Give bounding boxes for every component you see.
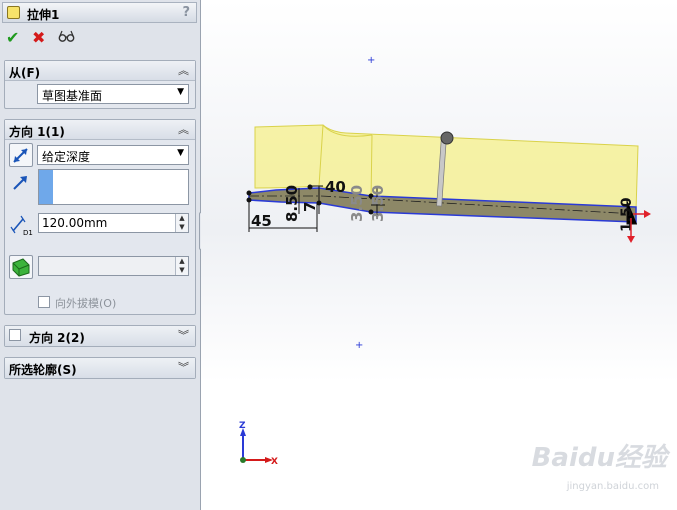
draft-angle-input[interactable]: ▲ ▼ (38, 256, 189, 276)
feature-title: 拉伸1 (27, 8, 60, 22)
selected-contours-title: 所选轮廓(S) (9, 363, 77, 377)
selected-contours-group: 所选轮廓(S) ︾ (4, 357, 196, 379)
origin-marker: + (355, 340, 363, 351)
glasses-icon (58, 30, 75, 42)
draft-angle-spinner[interactable]: ▲ ▼ (175, 257, 188, 275)
direction-vector-icon (13, 176, 27, 190)
depth-spinner[interactable]: ▲ ▼ (175, 214, 188, 232)
from-select-value: 草图基准面 (42, 89, 103, 103)
origin-marker: + (367, 55, 375, 66)
direction-reference-list[interactable] (38, 169, 189, 205)
end-condition-select[interactable]: 给定深度 ▼ (37, 145, 189, 165)
depth-icon-label: D1 (23, 229, 33, 237)
extrude-feature-icon (7, 6, 20, 19)
selected-contours-header[interactable]: 所选轮廓(S) ︾ (5, 358, 195, 378)
from-group: 从(F) ︽ 草图基准面 ▼ (4, 60, 196, 109)
triad-z-label: Z (239, 421, 246, 431)
depth-dimension-icon: D1 (10, 215, 33, 237)
model-view[interactable]: + + 40 8.50 7 45 3.50 3.50 1.50 Z X (201, 0, 677, 510)
end-condition-value: 给定深度 (42, 150, 91, 164)
direction2-group-header[interactable]: 方向 2(2) ︾ (5, 326, 195, 346)
dropdown-arrow-icon: ▼ (177, 87, 184, 97)
direction2-group: 方向 2(2) ︾ (4, 325, 196, 347)
dimension-end[interactable]: 1.50 (619, 197, 635, 232)
direction1-group-header[interactable]: 方向 1(1) ︽ (5, 120, 195, 140)
chevron-up-icon[interactable]: ︽ (178, 121, 189, 137)
draft-toggle-button[interactable] (9, 255, 33, 279)
dropdown-arrow-icon: ▼ (177, 148, 184, 158)
dimension-7[interactable]: 7 (301, 202, 319, 212)
reverse-direction-icon (13, 148, 28, 163)
feature-title-bar: 拉伸1 ? (2, 2, 197, 23)
chevron-up-icon[interactable]: ︽ (178, 62, 189, 78)
chevron-down-icon[interactable]: ︾ (178, 327, 189, 343)
dimension-40[interactable]: 40 (325, 178, 346, 196)
watermark-logo: Baidu经验 (531, 443, 667, 473)
dimension-3-50-b[interactable]: 3.50 (369, 185, 387, 222)
from-group-header[interactable]: 从(F) ︽ (5, 61, 195, 81)
help-icon[interactable]: ? (182, 5, 190, 20)
draft-outward-checkbox[interactable] (38, 296, 50, 308)
dimension-3-50[interactable]: 3.50 (348, 185, 366, 222)
watermark-url: jingyan.baidu.com (566, 481, 659, 492)
viewport-background (201, 0, 677, 510)
ok-button[interactable]: ✔ (6, 28, 19, 48)
depth-input[interactable]: 120.00mm ▲ ▼ (38, 213, 189, 233)
dimension-8-50[interactable]: 8.50 (283, 185, 301, 222)
draft-outward-label: 向外拔模(O) (55, 297, 117, 310)
triad-x-label: X (271, 457, 278, 467)
direction1-group: 方向 1(1) ︽ 给定深度 ▼ D1 120.00mm ▲ ▼ ▲ ▼ 向外拔… (4, 119, 196, 315)
detailed-preview-button[interactable] (58, 28, 76, 48)
reverse-direction-button[interactable] (9, 143, 33, 167)
direction2-checkbox[interactable] (9, 329, 21, 341)
cancel-button[interactable]: ✖ (32, 28, 45, 48)
action-buttons: ✔ ✖ (4, 28, 194, 50)
selection-highlight (39, 170, 53, 204)
graphics-area[interactable]: + + 40 8.50 7 45 3.50 3.50 1.50 Z X Baid… (201, 0, 677, 510)
draft-icon (12, 258, 30, 277)
chevron-down-icon[interactable]: ︾ (178, 359, 189, 375)
from-select[interactable]: 草图基准面 ▼ (37, 84, 189, 104)
dimension-45[interactable]: 45 (251, 212, 272, 230)
property-manager: 拉伸1 ? ✔ ✖ 从(F) ︽ 草图基准面 ▼ 方向 1(1) ︽ 给定深度 … (0, 0, 201, 510)
direction2-title: 方向 2(2) (29, 331, 85, 345)
from-group-title: 从(F) (9, 66, 41, 80)
direction1-title: 方向 1(1) (9, 125, 65, 139)
depth-value: 120.00mm (42, 216, 108, 230)
